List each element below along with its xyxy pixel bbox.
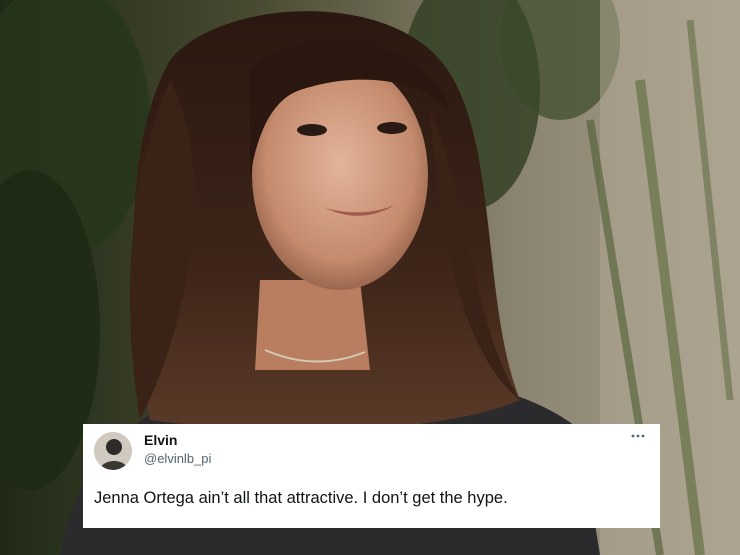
more-horizontal-icon[interactable] <box>628 430 648 442</box>
user-handle[interactable]: @elvinlb_pi <box>144 451 211 467</box>
display-name[interactable]: Elvin <box>144 432 177 448</box>
avatar[interactable] <box>94 432 132 470</box>
tweet-card[interactable]: Elvin @elvinlb_pi Jenna Ortega ain’t all… <box>83 424 660 528</box>
tweet-text: Jenna Ortega ain’t all that attractive. … <box>94 489 508 507</box>
